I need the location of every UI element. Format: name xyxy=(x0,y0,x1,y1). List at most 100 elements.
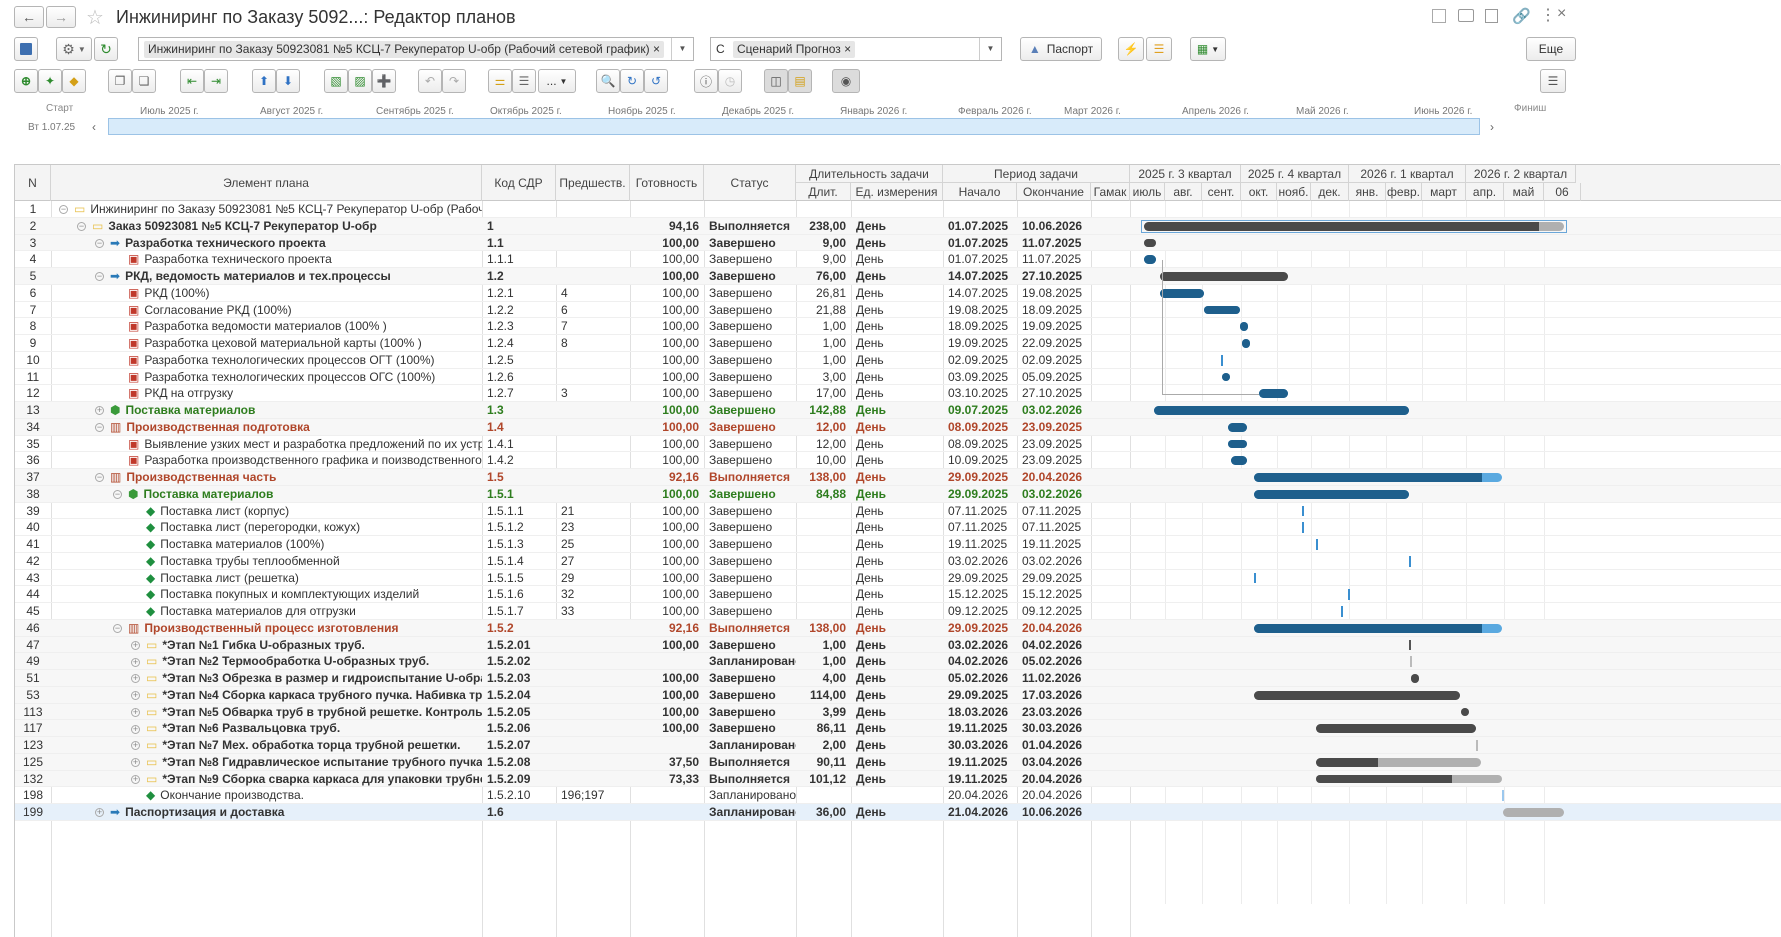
header-end[interactable]: Окончание xyxy=(1017,183,1091,201)
gantt-bar[interactable] xyxy=(1502,808,1564,817)
table-row[interactable]: 7 ▣ Согласование РКД (100%) 1.2.2 6 100,00 Зав… xyxy=(15,302,1781,319)
table-row[interactable]: 45 ◆ Поставка материалов для отгрузки 1.5.1… xyxy=(15,603,1781,620)
indent-button[interactable]: ⇥ xyxy=(204,69,228,93)
star-icon[interactable]: ☆ xyxy=(86,5,104,30)
plan-element-cell[interactable]: + ➡ Паспортизация и доставка xyxy=(51,804,482,821)
table-row[interactable]: 51 + ▭ *Этап №3 Обрезка в размер и гидроисп… xyxy=(15,670,1781,687)
forward-button[interactable]: → xyxy=(46,6,76,28)
table-row[interactable]: 132 + ▭ *Этап №9 Сборка сварка каркаса для … xyxy=(15,770,1781,788)
table-row[interactable]: 198 ◆ Окончание производства. 1.5.2.10 196;1… xyxy=(15,787,1781,804)
plan-element-cell[interactable]: + ▭ *Этап №5 Обварка труб в трубной решетк… xyxy=(51,704,482,721)
plan-element-cell[interactable]: − ▥ Производственный процесс изготовления xyxy=(51,620,482,637)
plan-element-cell[interactable]: − ➡ РКД, ведомость материалов и тех.процес… xyxy=(51,268,482,285)
plan-element-cell[interactable]: ◆ Поставка лист (корпус) xyxy=(51,503,482,520)
undo-button[interactable]: ↶ xyxy=(418,69,442,93)
search-prev-button[interactable]: ↺ xyxy=(644,69,668,93)
plan-element-cell[interactable]: − ⬢ Поставка материалов xyxy=(51,486,482,503)
settings-button[interactable]: ⚙ ▼ xyxy=(56,37,92,61)
plan-element-cell[interactable]: + ▭ *Этап №9 Сборка сварка каркаса для упа… xyxy=(51,771,482,788)
add-milestone-button[interactable]: ◆ xyxy=(62,69,86,93)
gantt-bar[interactable] xyxy=(1144,255,1157,264)
expand-toggle-icon[interactable]: + xyxy=(131,707,140,717)
expand-toggle-icon[interactable]: + xyxy=(131,674,140,684)
plan-element-cell[interactable]: ▣ Разработка технического проекта xyxy=(51,251,482,268)
plan-element-cell[interactable]: + ▭ *Этап №6 Развальцовка труб. xyxy=(51,720,482,737)
gantt-bar[interactable] xyxy=(1253,623,1502,633)
expand-toggle-icon[interactable]: + xyxy=(131,724,140,734)
header-duration[interactable]: Длит. xyxy=(796,183,851,201)
table-row[interactable]: 41 ◆ Поставка материалов (100%) 1.5.1.3 25 10… xyxy=(15,536,1781,553)
gantt-bar[interactable] xyxy=(1203,305,1241,315)
rows-button[interactable]: ☰ xyxy=(512,69,536,93)
plan-element-cell[interactable]: ▣ РКД на отгрузку xyxy=(51,385,482,402)
plan-element-cell[interactable]: ▣ Разработка технологических процессов ОГ… xyxy=(51,369,482,386)
plan-element-cell[interactable]: ▣ Согласование РКД (100%) xyxy=(51,302,482,319)
expand-toggle-icon[interactable]: + xyxy=(131,691,140,701)
table-row[interactable]: 3 − ➡ Разработка технического проекта 1.1 100… xyxy=(15,234,1781,252)
table-row[interactable]: 43 ◆ Поставка лист (решетка) 1.5.1.5 29 100,0… xyxy=(15,570,1781,587)
table-row[interactable]: 113 + ▭ *Этап №5 Обварка труб в трубной реш… xyxy=(15,703,1781,721)
gantt-bar[interactable] xyxy=(1240,322,1249,331)
gantt-bar[interactable] xyxy=(1253,690,1461,700)
header-pred[interactable]: Предшеств. xyxy=(556,165,630,201)
move-down-button[interactable]: ⬇ xyxy=(276,69,300,93)
scenario-select[interactable]: С Сценарий Прогноз × ▼ xyxy=(710,37,1002,61)
gantt-bar[interactable] xyxy=(1228,422,1247,432)
outdent-button[interactable]: ⇤ xyxy=(180,69,204,93)
back-button[interactable]: ← xyxy=(14,6,44,28)
plan-element-cell[interactable]: ◆ Поставка материалов (100%) xyxy=(51,536,482,553)
refresh-button[interactable]: ↻ xyxy=(94,37,118,61)
save-icon-title[interactable] xyxy=(1432,9,1446,23)
save-button[interactable] xyxy=(14,37,38,61)
table-row[interactable]: 40 ◆ Поставка лист (перегородки, кожух) 1.5… xyxy=(15,519,1781,536)
header-unit[interactable]: Ед. измерения xyxy=(851,183,943,201)
table-row[interactable]: 4 ▣ Разработка технического проекта 1.1.1 10… xyxy=(15,251,1781,268)
collapse-toggle-icon[interactable]: − xyxy=(95,473,104,483)
header-element[interactable]: Элемент плана xyxy=(51,165,482,201)
table-row[interactable]: 53 + ▭ *Этап №4 Сборка каркаса трубного пуч… xyxy=(15,686,1781,704)
table-row[interactable]: 13 + ⬢ Поставка материалов 1.3 100,00 Завершен… xyxy=(15,402,1781,419)
link-icon[interactable]: 🔗 xyxy=(1512,7,1531,25)
table-row[interactable]: 38 − ⬢ Поставка материалов 1.5.1 100,00 Заверш… xyxy=(15,485,1781,503)
gantt-bar[interactable] xyxy=(1230,456,1247,465)
header-start[interactable]: Начало xyxy=(943,183,1017,201)
visibility-button[interactable]: ◉ xyxy=(832,69,860,93)
plan-element-cell[interactable]: − ▥ Производственная подготовка xyxy=(51,419,482,436)
plan-element-cell[interactable]: + ▭ *Этап №3 Обрезка в размер и гидроиспыт… xyxy=(51,670,482,687)
gantt-bar[interactable] xyxy=(1316,774,1502,784)
plan-element-cell[interactable]: ▣ РКД (100%) xyxy=(51,285,482,302)
table-row[interactable]: 123 + ▭ *Этап №7 Мех. обработка торца трубн… xyxy=(15,737,1781,754)
gantt-bar[interactable] xyxy=(1316,724,1477,733)
gantt-bar[interactable] xyxy=(1222,372,1231,382)
table-row[interactable]: 5 − ➡ РКД, ведомость материалов и тех.проце… xyxy=(15,268,1781,285)
header-ready[interactable]: Готовность xyxy=(630,165,704,201)
table-row[interactable]: 35 ▣ Выявление узких мест и разработка пре… xyxy=(15,436,1781,453)
header-n[interactable]: N xyxy=(15,165,51,201)
collapse-toggle-icon[interactable]: − xyxy=(113,624,122,634)
table-row[interactable]: 37 − ▥ Производственная часть 1.5 92,16 Выполн… xyxy=(15,469,1781,486)
plan-element-cell[interactable]: + ⬢ Поставка материалов xyxy=(51,402,482,419)
collapse-toggle-icon[interactable]: − xyxy=(59,205,68,215)
table-row[interactable]: 11 ▣ Разработка технологических процессов … xyxy=(15,369,1781,386)
expand-toggle-icon[interactable]: + xyxy=(131,657,140,667)
plan-element-cell[interactable]: + ▭ *Этап №2 Термообработка U-образных тру… xyxy=(51,653,482,670)
gantt-bar[interactable] xyxy=(1411,674,1420,683)
passport-button[interactable]: ▲ Паспорт xyxy=(1020,37,1102,61)
plan-element-cell[interactable]: − ▭ Заказ 50923081 №5 КСЦ-7 Рекуператор U-… xyxy=(51,218,482,235)
unlink-tasks-button[interactable]: ▨ xyxy=(348,69,372,93)
preview-icon[interactable] xyxy=(1485,9,1498,23)
collapse-toggle-icon[interactable]: − xyxy=(95,423,104,433)
table-row[interactable]: 46 − ▥ Производственный процесс изготовлени… xyxy=(15,619,1781,637)
collapse-toggle-icon[interactable]: − xyxy=(95,238,104,248)
redo-button[interactable]: ↷ xyxy=(442,69,466,93)
copy-button[interactable]: ❐ xyxy=(108,69,132,93)
gantt-bar[interactable] xyxy=(1253,489,1409,499)
report-button[interactable]: ▦ ▼ xyxy=(1190,37,1226,61)
table-row[interactable]: 1 − ▭ Инжиниринг по Заказу 50923081 №5 КСЦ-… xyxy=(15,201,1781,218)
plan-element-cell[interactable]: ◆ Поставка материалов для отгрузки xyxy=(51,603,482,620)
table-row[interactable]: 34 − ▥ Производственная подготовка 1.4 100,00… xyxy=(15,418,1781,436)
history-button[interactable]: ◷ xyxy=(718,69,742,93)
gantt-bar[interactable] xyxy=(1228,439,1247,449)
table-row[interactable]: 44 ◆ Поставка покупных и комплектующих изд… xyxy=(15,586,1781,603)
table-row[interactable]: 42 ◆ Поставка трубы теплообменной 1.5.1.4 27… xyxy=(15,553,1781,570)
